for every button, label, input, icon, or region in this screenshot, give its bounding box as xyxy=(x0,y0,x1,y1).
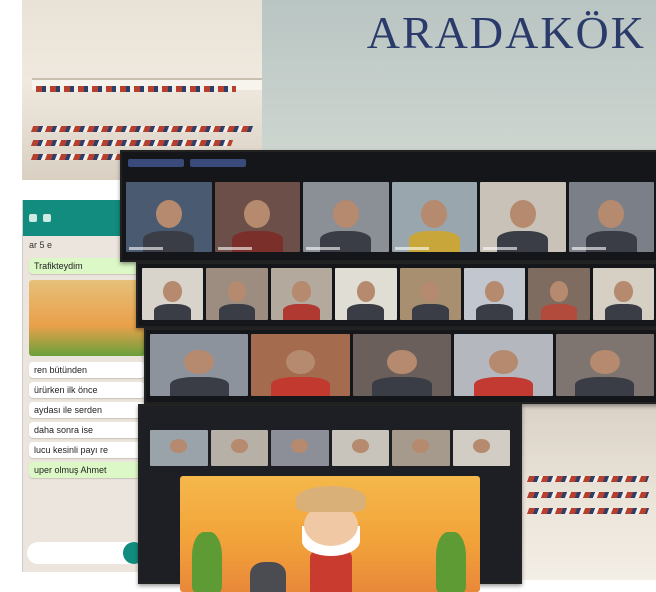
video-call-monitor-2 xyxy=(136,262,656,328)
participant-tile[interactable] xyxy=(210,430,268,466)
participant-tile[interactable] xyxy=(126,182,212,252)
participant-grid xyxy=(150,334,655,396)
card-strip xyxy=(30,126,254,132)
participant-tile[interactable] xyxy=(480,182,566,252)
video-call-monitor-1 xyxy=(120,150,656,262)
chat-message: uper olmuş Ahmet xyxy=(29,462,145,478)
participant-tile[interactable] xyxy=(555,334,655,396)
participant-tile[interactable] xyxy=(592,268,654,320)
phone-icon[interactable] xyxy=(43,214,51,222)
chat-message: lucu kesinli payı re xyxy=(29,442,145,458)
card-strip xyxy=(526,476,650,482)
card-strip xyxy=(526,508,650,514)
chat-message: ren bütünden xyxy=(29,362,145,378)
video-call-laptop xyxy=(138,404,522,592)
chat-message: aydası ile serden xyxy=(29,402,145,418)
participant-tile[interactable] xyxy=(528,268,590,320)
tree xyxy=(436,532,466,592)
participant-tile[interactable] xyxy=(454,334,553,396)
video-call-monitor-3 xyxy=(144,328,656,404)
participant-tile[interactable] xyxy=(399,268,461,320)
meeting-toolbar xyxy=(128,154,246,172)
banner-title: ARADAKÖK xyxy=(366,7,646,58)
participant-tile[interactable] xyxy=(271,430,329,466)
participant-tile[interactable] xyxy=(352,334,452,396)
card-strip xyxy=(36,86,236,92)
participant-tile[interactable] xyxy=(335,268,397,320)
participant-grid xyxy=(150,430,510,466)
meeting-chip[interactable] xyxy=(128,159,184,167)
participant-tile[interactable] xyxy=(568,182,654,252)
participant-tile[interactable] xyxy=(452,430,510,466)
participant-tile[interactable] xyxy=(463,268,526,320)
participant-tile[interactable] xyxy=(150,334,249,396)
meeting-chip[interactable] xyxy=(190,159,246,167)
participant-tile[interactable] xyxy=(392,430,450,466)
participant-tile[interactable] xyxy=(206,268,268,320)
participant-tile[interactable] xyxy=(391,182,477,252)
participant-tile[interactable] xyxy=(214,182,300,252)
character-coat xyxy=(310,550,352,592)
character-hat xyxy=(296,486,366,512)
chat-image[interactable] xyxy=(29,280,145,356)
participant-tile[interactable] xyxy=(303,182,389,252)
participant-tile[interactable] xyxy=(331,430,389,466)
participant-tile[interactable] xyxy=(251,334,350,396)
video-icon[interactable] xyxy=(29,214,37,222)
exhibition-banner: ARADAKÖK xyxy=(262,0,656,160)
tree xyxy=(192,532,222,592)
participant-grid xyxy=(142,268,654,320)
participant-grid xyxy=(126,182,654,252)
shared-screen-cartoon xyxy=(180,476,480,592)
exhibition-photo-bottom xyxy=(520,396,656,580)
chat-message: daha sonra ise xyxy=(29,422,145,438)
card-strip xyxy=(526,492,650,498)
participant-tile[interactable] xyxy=(150,430,208,466)
chat-message: ürürken ilk önce xyxy=(29,382,145,398)
participant-tile[interactable] xyxy=(270,268,333,320)
donkey xyxy=(250,562,286,592)
participant-tile[interactable] xyxy=(142,268,204,320)
card-strip xyxy=(30,140,234,146)
